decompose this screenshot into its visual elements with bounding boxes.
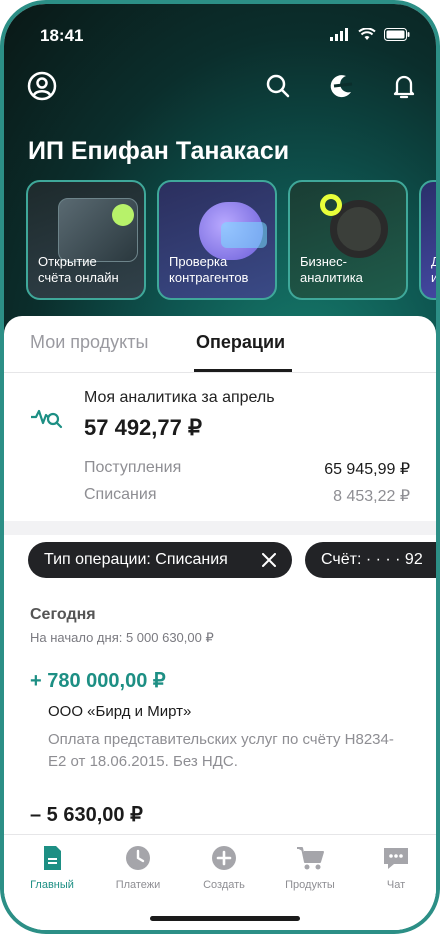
company-name: ИП Епифан Танакаси [28, 137, 290, 165]
cart-icon [297, 847, 324, 870]
brand-logo-icon[interactable] [324, 70, 356, 102]
expense-label: Списания [84, 486, 157, 503]
wifi-icon [358, 28, 376, 40]
document-icon [44, 846, 61, 870]
nav-label: Продукты [285, 879, 335, 891]
story-illustration-screen [221, 222, 267, 248]
story-label: Открытие счёта онлайн [38, 254, 119, 285]
nav-label: Создать [203, 879, 245, 891]
profile-icon[interactable] [26, 70, 58, 102]
nav-item-create[interactable]: Создать [184, 843, 264, 891]
status-bar: 18:41 [4, 4, 436, 60]
story-illustration-dot [112, 204, 134, 226]
story-label: Проверка контрагентов [169, 254, 249, 285]
operation-amount-income[interactable]: + 780 000,00 ₽ [30, 668, 166, 693]
filter-chip-operation-type[interactable]: Тип операции: Списания [28, 542, 292, 578]
expense-value: 8 453,22 ₽ [333, 488, 410, 505]
tab-bar: Мои продукты Операции [4, 316, 436, 373]
income-value: 65 945,99 ₽ [324, 461, 410, 478]
income-row: Поступления 65 945,99 ₽ [84, 459, 410, 478]
nav-label: Главный [30, 879, 74, 891]
operation-amount-expense[interactable]: – 5 630,00 ₽ [30, 802, 143, 827]
filter-chip-account[interactable]: Счёт: · · · · 92 [305, 542, 436, 578]
income-label: Поступления [84, 459, 182, 476]
day-header: Сегодня [30, 606, 96, 623]
analytics-icon [31, 409, 63, 429]
story-label: Ди [431, 254, 440, 285]
clock-icon [126, 846, 150, 870]
day-start-balance: На начало дня: 5 000 630,00 ₽ [30, 630, 214, 645]
nav-item-main[interactable]: Главный [12, 843, 92, 891]
chat-icon [384, 848, 408, 869]
story-card[interactable]: Бизнес-аналитика [288, 180, 408, 300]
story-card[interactable]: Ди [419, 180, 440, 300]
active-tab-indicator [194, 369, 292, 372]
nav-item-payments[interactable]: Платежи [98, 843, 178, 891]
system-icons [330, 28, 410, 41]
close-icon[interactable] [262, 553, 276, 567]
bell-icon[interactable] [388, 70, 420, 102]
filter-chip-label: Тип операции: Списания [44, 551, 228, 568]
nav-item-chat[interactable]: Чат [356, 843, 436, 891]
tab-operations[interactable]: Операции [196, 332, 285, 353]
section-divider [4, 521, 436, 535]
analytics-card[interactable]: Моя аналитика за апрель 57 492,77 ₽ Пост… [4, 373, 436, 513]
nav-label: Платежи [115, 879, 161, 891]
nav-item-products[interactable]: Продукты [270, 843, 350, 891]
home-indicator [150, 916, 300, 921]
operation-description: Оплата представительских услуг по счёту … [48, 731, 394, 770]
filter-chips: Тип операции: Списания Счёт: · · · · 92 [28, 542, 436, 580]
story-label: Бизнес-аналитика [300, 254, 363, 285]
filter-chip-label: Счёт: · · · · 92 [321, 551, 423, 568]
phone-screen: 18:41 ИП Епифан Танакаси Открытие счёта … [0, 0, 440, 934]
stories-carousel: Открытие счёта онлайн Проверка контрагенто… [26, 180, 440, 302]
analytics-title: Моя аналитика за апрель [84, 389, 275, 406]
operation-counterparty: ООО «Бирд и Мирт» [48, 703, 192, 720]
story-card[interactable]: Проверка контрагентов [157, 180, 277, 300]
search-icon[interactable] [262, 70, 294, 102]
tab-my-products[interactable]: Мои продукты [30, 332, 148, 353]
plus-icon [212, 846, 236, 870]
story-illustration-ring [320, 194, 342, 216]
nav-label: Чат [386, 879, 406, 891]
signal-icon [330, 28, 348, 41]
expense-row: Списания 8 453,22 ₽ [84, 486, 410, 505]
battery-icon [384, 28, 410, 41]
status-time: 18:41 [40, 26, 84, 45]
story-card[interactable]: Открытие счёта онлайн [26, 180, 146, 300]
analytics-total: 57 492,77 ₽ [84, 415, 202, 440]
header-hero: 18:41 ИП Епифан Танакаси Открытие счёта … [4, 4, 436, 344]
